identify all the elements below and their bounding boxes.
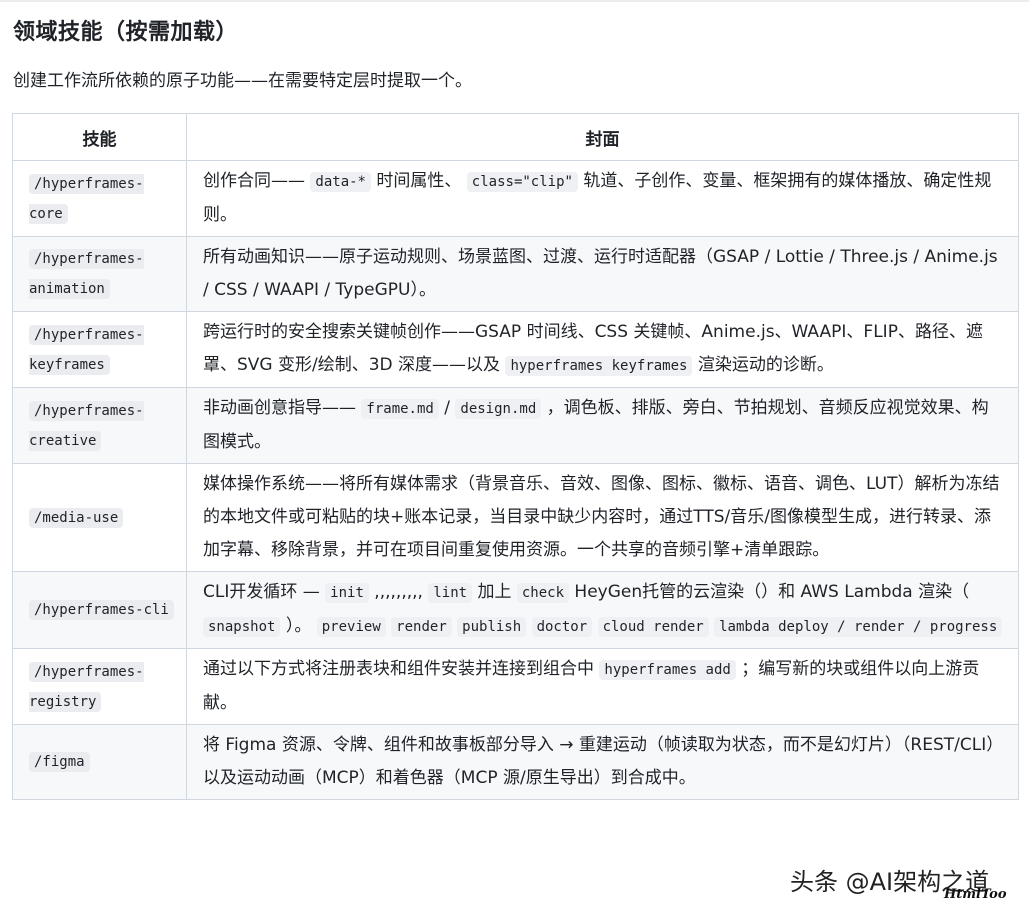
inline-code: lint bbox=[428, 583, 473, 603]
table-row: /hyperframes-creative 非动画创意指导—— frame.md … bbox=[12, 387, 1019, 464]
cover-text: 非动画创意指导—— bbox=[203, 398, 362, 418]
skill-cell: /hyperframes-creative bbox=[12, 387, 187, 464]
skill-name-code: /media-use bbox=[29, 507, 124, 528]
table-row: /media-use 媒体操作系统——将所有媒体需求（背景音乐、音效、图像、图标、… bbox=[12, 463, 1019, 572]
header-skill: 技能 bbox=[12, 113, 187, 161]
table-row: /hyperframes-core 创作合同—— data-* 时间属性、 cla… bbox=[12, 160, 1019, 237]
inline-code: data-* bbox=[310, 172, 371, 192]
skill-cell: /hyperframes-cli bbox=[12, 571, 187, 649]
cover-text: CLI开发循环 — bbox=[203, 582, 326, 602]
inline-code: hyperframes keyframes bbox=[505, 356, 693, 376]
skill-cell: /hyperframes-keyframes bbox=[12, 311, 187, 388]
inline-code: init bbox=[325, 583, 369, 603]
skill-name-code: /figma bbox=[29, 752, 90, 772]
skill-name-code: /hyperframes-creative bbox=[29, 400, 144, 451]
inline-code: cloud render bbox=[597, 617, 709, 637]
skill-cell: /media-use bbox=[12, 463, 187, 572]
section-intro: 创建工作流所依赖的原子功能——在需要特定层时提取一个。 bbox=[13, 71, 472, 91]
inline-code: render bbox=[391, 617, 452, 637]
cover-cell: CLI开发循环 — init ,,,,,,,,, lint 加上 check H… bbox=[186, 571, 1019, 649]
cover-cell: 所有动画知识——原子运动规则、场景蓝图、过渡、运行时适配器（GSAP / Lot… bbox=[186, 236, 1019, 312]
inline-code: snapshot bbox=[203, 617, 281, 637]
cover-text: 时间属性、 bbox=[370, 171, 467, 191]
inline-code: doctor bbox=[531, 617, 593, 637]
cover-text: 所有动画知识——原子运动规则、场景蓝图、过渡、运行时适配器（GSAP / Lot… bbox=[203, 247, 998, 300]
skill-name-code: /hyperframes-cli bbox=[29, 600, 174, 620]
header-cover: 封面 bbox=[186, 113, 1019, 161]
cover-text: ）。 bbox=[280, 616, 317, 636]
skill-cell: /hyperframes-core bbox=[12, 160, 187, 237]
cover-cell: 跨运行时的安全搜索关键帧创作——GSAP 时间线、CSS 关键帧、Anime.j… bbox=[186, 311, 1019, 388]
top-divider bbox=[0, 0, 1029, 2]
table-row: /hyperframes-registry 通过以下方式将注册表块和组件安装并连接… bbox=[12, 648, 1019, 725]
watermark-brand: HtmlToo bbox=[944, 887, 1007, 902]
cover-cell: 非动画创意指导—— frame.md / design.md ，调色板、排版、旁… bbox=[186, 387, 1019, 464]
cover-text: / bbox=[438, 398, 456, 418]
skill-cell: /hyperframes-registry bbox=[12, 648, 187, 725]
section-heading: 领域技能（按需加载） bbox=[13, 20, 239, 45]
table-row: /hyperframes-animation 所有动画知识——原子运动规则、场景蓝… bbox=[12, 236, 1019, 312]
cover-text: 渲染运动的诊断。 bbox=[692, 355, 834, 375]
cover-cell: 创作合同—— data-* 时间属性、 class="clip" 轨道、子创作、… bbox=[186, 160, 1019, 237]
cover-text: HeyGen托管的云渲染（）和 AWS Lambda 渲染（ bbox=[569, 582, 970, 602]
skill-cell: /hyperframes-animation bbox=[12, 236, 187, 312]
cover-text bbox=[592, 616, 597, 636]
inline-code: preview bbox=[316, 617, 386, 637]
skill-name-code: /hyperframes-keyframes bbox=[29, 324, 144, 375]
cover-cell: 通过以下方式将注册表块和组件安装并连接到组合中 hyperframes add … bbox=[186, 648, 1019, 725]
table-row: /hyperframes-cli CLI开发循环 — init ,,,,,,,,,… bbox=[12, 571, 1019, 649]
cover-text: 加上 bbox=[472, 582, 517, 602]
table-row: /hyperframes-keyframes 跨运行时的安全搜索关键帧创作——GS… bbox=[12, 311, 1019, 388]
skills-table-body: /hyperframes-core 创作合同—— data-* 时间属性、 cla… bbox=[12, 160, 1019, 800]
inline-code: class="clip" bbox=[466, 172, 578, 192]
inline-code: lambda deploy / render / progress bbox=[714, 617, 1003, 637]
skills-table: 技能 封面 /hyperframes-core 创作合同—— data-* 时间属… bbox=[12, 113, 1019, 800]
table-header-row: 技能 封面 bbox=[12, 113, 1019, 161]
cover-text bbox=[526, 616, 531, 636]
skill-name-code: /hyperframes-core bbox=[29, 173, 144, 224]
skill-name-code: /hyperframes-registry bbox=[29, 661, 144, 712]
table-row: /figma 将 Figma 资源、令牌、组件和故事板部分导入 → 重建运动（帧读… bbox=[12, 724, 1019, 800]
inline-code: hyperframes add bbox=[599, 660, 736, 680]
cover-text: ,,,,,,,,, bbox=[368, 582, 429, 602]
inline-code: check bbox=[516, 583, 570, 603]
inline-code: frame.md bbox=[361, 399, 439, 419]
cover-text: 媒体操作系统——将所有媒体需求（背景音乐、音效、图像、图标、徽标、语音、调色、L… bbox=[203, 474, 1000, 560]
cover-text: 创作合同—— bbox=[203, 171, 311, 191]
skill-name-code: /hyperframes-animation bbox=[29, 249, 144, 299]
cover-text: 将 Figma 资源、令牌、组件和故事板部分导入 → 重建运动（帧读取为状态，而… bbox=[203, 735, 1004, 788]
cover-text: 通过以下方式将注册表块和组件安装并连接到组合中 bbox=[203, 659, 600, 679]
cover-cell: 媒体操作系统——将所有媒体需求（背景音乐、音效、图像、图标、徽标、语音、调色、L… bbox=[186, 463, 1019, 572]
inline-code: publish bbox=[457, 617, 527, 637]
inline-code: design.md bbox=[455, 399, 542, 419]
cover-cell: 将 Figma 资源、令牌、组件和故事板部分导入 → 重建运动（帧读取为状态，而… bbox=[186, 724, 1019, 800]
skill-cell: /figma bbox=[12, 724, 187, 800]
